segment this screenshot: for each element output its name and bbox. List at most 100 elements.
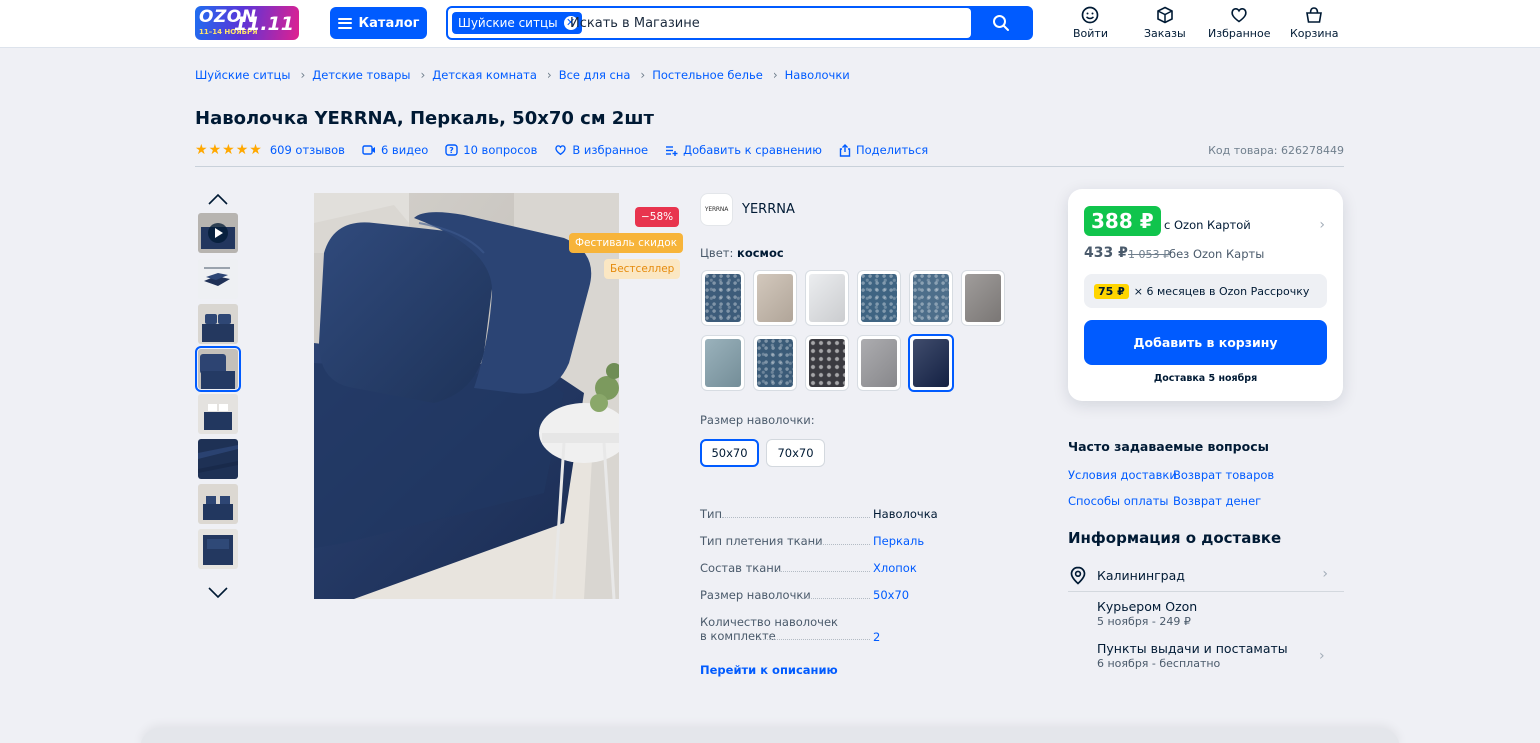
thumb-image xyxy=(198,484,238,524)
breadcrumb-item[interactable]: Детская комната xyxy=(432,68,537,82)
breadcrumb-item[interactable]: Шуйские ситцы xyxy=(195,68,290,82)
installment-text: × 6 месяцев в Ozon Рассрочку xyxy=(1133,284,1310,298)
chevron-up-icon[interactable] xyxy=(207,192,229,206)
color-swatch[interactable] xyxy=(701,270,745,326)
search-button[interactable] xyxy=(971,8,1031,38)
ozon-logo[interactable]: OZON 11–14 НОЯБРЯ 11.11 xyxy=(195,6,299,40)
swatch-fill xyxy=(705,339,741,387)
faq-link[interactable]: Возврат денег xyxy=(1173,494,1261,508)
faq-link[interactable]: Возврат товаров xyxy=(1173,468,1274,482)
gallery-thumb[interactable] xyxy=(198,484,238,524)
color-swatch[interactable] xyxy=(753,270,797,326)
color-swatch-selected[interactable] xyxy=(908,334,954,392)
regular-price-note: без Ozon Карты xyxy=(1169,247,1265,261)
color-label: Цвет: космос xyxy=(700,246,784,260)
color-swatch[interactable] xyxy=(753,335,797,391)
color-swatch[interactable] xyxy=(805,335,849,391)
add-to-cart-button[interactable]: Добавить в корзину xyxy=(1084,320,1327,365)
size-option-selected[interactable]: 50х70 xyxy=(700,439,759,467)
favorites-button[interactable]: Избранное xyxy=(1208,6,1270,40)
spec-value-link[interactable]: 2 xyxy=(873,630,880,644)
swatch-fill xyxy=(861,274,897,322)
spec-key: Тип плетения ткани xyxy=(700,534,823,548)
spec-value-link[interactable]: Хлопок xyxy=(873,561,917,575)
swatch-fill xyxy=(965,274,1001,322)
size-label: Размер наволочки: xyxy=(700,413,815,427)
favorite-label: В избранное xyxy=(572,143,649,157)
add-favorite-link[interactable]: В избранное xyxy=(554,143,648,157)
color-swatch[interactable] xyxy=(961,270,1005,326)
breadcrumb-item[interactable]: Наволочки xyxy=(785,68,850,82)
bag-icon xyxy=(1306,7,1323,23)
brand-logo[interactable]: YERRNA xyxy=(700,193,733,226)
cart-button[interactable]: Корзина xyxy=(1290,6,1338,40)
color-value: космос xyxy=(737,246,784,260)
chevron-right-icon: › xyxy=(300,68,306,82)
ozon-card-note: с Ozon Картой xyxy=(1164,218,1251,232)
installment-banner[interactable]: 75 ₽ × 6 месяцев в Ozon Рассрочку xyxy=(1084,274,1327,308)
chevron-right-icon[interactable]: › xyxy=(1319,217,1325,233)
svg-text:?: ? xyxy=(449,146,454,155)
color-label-prefix: Цвет: xyxy=(700,246,734,260)
videos-link[interactable]: 6 видео xyxy=(362,143,428,157)
questions-link[interactable]: ? 10 вопросов xyxy=(445,143,537,157)
bottom-panel-edge xyxy=(140,728,1400,743)
color-swatch[interactable] xyxy=(857,270,901,326)
search-input[interactable] xyxy=(570,12,960,34)
discount-badge: −58% xyxy=(635,207,680,227)
size-option[interactable]: 70х70 xyxy=(766,439,825,467)
chevron-right-icon: › xyxy=(772,68,778,82)
gallery-thumb[interactable] xyxy=(198,439,238,479)
chevron-right-icon[interactable]: › xyxy=(1319,648,1325,664)
brand-name[interactable]: YERRNA xyxy=(742,202,795,217)
heart-icon xyxy=(1231,8,1247,23)
gallery-thumb[interactable] xyxy=(198,394,238,434)
chevron-down-icon[interactable] xyxy=(207,586,229,600)
share-link[interactable]: Поделиться xyxy=(839,143,928,157)
gallery-thumb-active[interactable] xyxy=(195,346,241,392)
star-icon: ★ xyxy=(195,142,208,158)
star-icon: ★ xyxy=(208,142,222,158)
login-button[interactable]: Войти xyxy=(1073,6,1108,40)
color-swatch[interactable] xyxy=(805,270,849,326)
color-swatch[interactable] xyxy=(909,270,953,326)
spec-value-link[interactable]: Перкаль xyxy=(873,534,924,548)
search-scope-label: Шуйские ситцы xyxy=(458,16,558,30)
star-icon: ★ xyxy=(235,142,249,158)
breadcrumb-item[interactable]: Детские товары xyxy=(312,68,410,82)
bedding-photo xyxy=(314,193,619,599)
thumb-image xyxy=(198,349,238,389)
location-pin-icon xyxy=(1070,566,1086,585)
breadcrumb: Шуйские ситцы › Детские товары › Детская… xyxy=(195,68,850,82)
ozon-card-price: 388 ₽ xyxy=(1084,206,1161,236)
color-swatch[interactable] xyxy=(701,335,745,391)
delivery-city-row[interactable]: Калининград › xyxy=(1068,562,1344,592)
thumb-image xyxy=(198,529,238,569)
heart-icon xyxy=(555,145,567,156)
chevron-right-icon: › xyxy=(420,68,426,82)
spec-value-link[interactable]: 50х70 xyxy=(873,588,909,602)
product-main-image[interactable] xyxy=(314,193,619,599)
rating-stars[interactable]: ★ ★ ★ ★ ★ xyxy=(195,143,262,157)
reviews-link[interactable]: 609 отзывов xyxy=(270,143,345,157)
reviews-label: 609 отзывов xyxy=(269,143,345,157)
search-scope-chip[interactable]: Шуйские ситцы ✕ xyxy=(452,12,582,34)
breadcrumb-item[interactable]: Все для сна xyxy=(559,68,631,82)
color-swatch[interactable] xyxy=(857,335,901,391)
faq-link[interactable]: Способы оплаты xyxy=(1068,494,1169,508)
gallery-thumb[interactable] xyxy=(198,259,238,299)
videos-label: 6 видео xyxy=(380,143,429,157)
breadcrumb-item[interactable]: Постельное белье xyxy=(652,68,763,82)
menu-icon xyxy=(337,17,352,29)
compare-link[interactable]: Добавить к сравнению xyxy=(665,143,822,157)
swatch-fill xyxy=(757,274,793,322)
goto-description-link[interactable]: Перейти к описанию xyxy=(700,663,838,677)
gallery-thumb[interactable] xyxy=(198,304,238,344)
product-code: Код товара: 626278449 xyxy=(1208,143,1344,157)
orders-button[interactable]: Заказы xyxy=(1144,6,1186,40)
gallery-thumb-video[interactable] xyxy=(198,213,238,253)
catalog-button[interactable]: Каталог xyxy=(330,7,427,39)
faq-link[interactable]: Условия доставки xyxy=(1068,468,1177,482)
swatch-fill xyxy=(757,339,793,387)
gallery-thumb[interactable] xyxy=(198,529,238,569)
